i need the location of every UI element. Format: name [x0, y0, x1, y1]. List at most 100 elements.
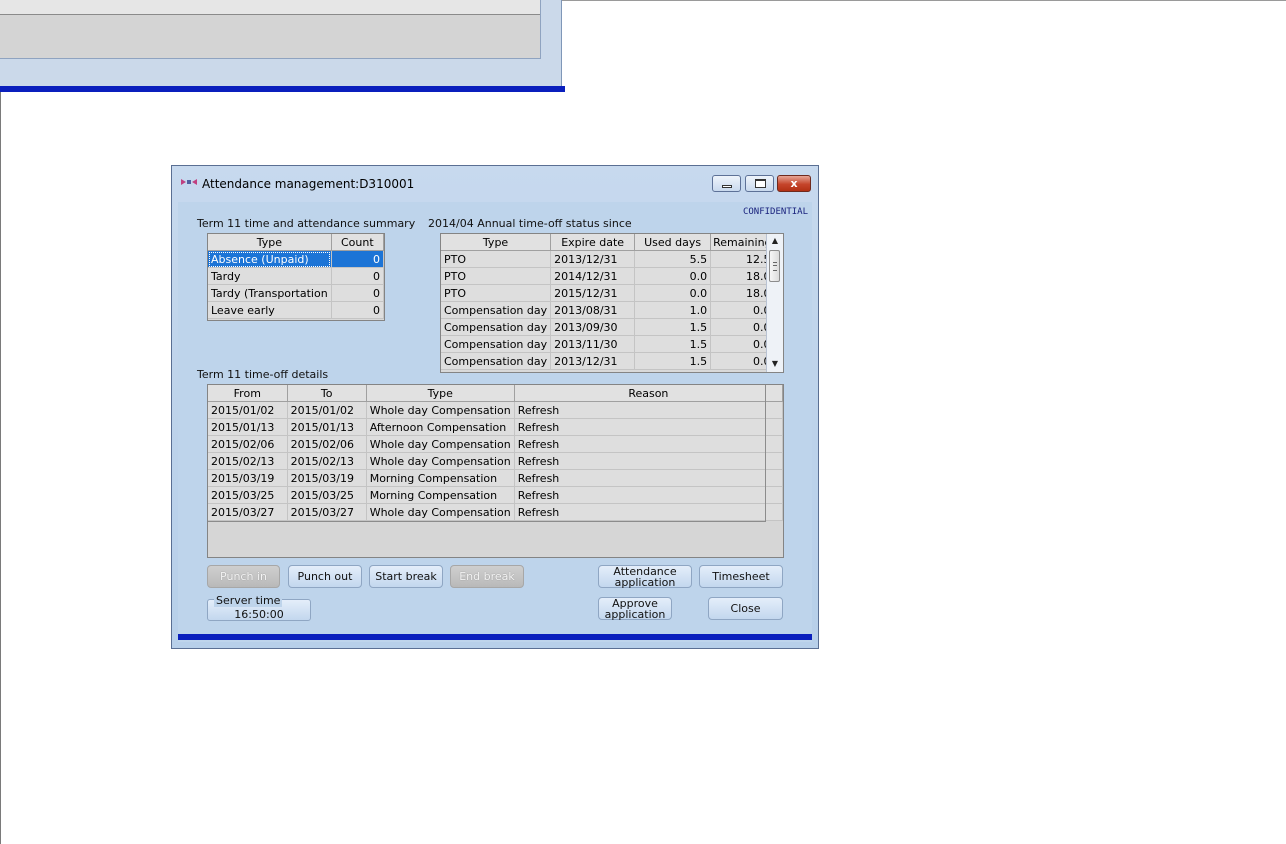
- annual-expire-cell[interactable]: 2013/09/30: [550, 318, 636, 336]
- details-reason-cell[interactable]: Refresh: [514, 503, 783, 521]
- column-header-expire-date[interactable]: Expire date: [550, 234, 636, 251]
- details-row[interactable]: 2015/03/19 2015/03/19 Morning Compensati…: [208, 469, 783, 487]
- details-reason-cell[interactable]: Refresh: [514, 486, 783, 504]
- annual-expire-cell[interactable]: 2013/11/30: [550, 335, 636, 353]
- annual-type-cell[interactable]: Compensation day: [441, 352, 552, 370]
- summary-count-cell[interactable]: 0: [331, 250, 384, 268]
- annual-row[interactable]: Compensation day 2013/08/31 1.0 0.0: [441, 301, 775, 319]
- details-type-cell[interactable]: Whole day Compensation: [366, 435, 515, 453]
- details-from-cell[interactable]: 2015/03/27: [208, 503, 288, 521]
- details-row[interactable]: 2015/01/13 2015/01/13 Afternoon Compensa…: [208, 418, 783, 436]
- scroll-down-icon[interactable]: ▼: [767, 357, 783, 371]
- annual-type-cell[interactable]: PTO: [441, 250, 552, 268]
- minimize-button[interactable]: [712, 175, 741, 192]
- scroll-up-icon[interactable]: ▲: [767, 234, 783, 248]
- summary-type-cell[interactable]: Tardy (Transportation: [208, 284, 332, 302]
- column-header-to[interactable]: To: [287, 385, 367, 402]
- details-reason-cell[interactable]: Refresh: [514, 435, 783, 453]
- details-grid[interactable]: From To Type Reason 2015/01/02 2015/01/0…: [207, 384, 784, 558]
- details-reason-cell[interactable]: Refresh: [514, 401, 783, 419]
- details-row[interactable]: 2015/03/27 2015/03/27 Whole day Compensa…: [208, 503, 783, 521]
- details-type-cell[interactable]: Morning Compensation: [366, 469, 515, 487]
- details-to-cell[interactable]: 2015/03/27: [287, 503, 367, 521]
- annual-remaining-cell[interactable]: 0.0: [710, 335, 775, 353]
- title-bar[interactable]: Attendance management:D310001 x: [172, 166, 818, 202]
- column-header-remaining[interactable]: Remaining: [710, 234, 775, 251]
- annual-used-cell[interactable]: 1.5: [634, 352, 712, 370]
- annual-row[interactable]: Compensation day 2013/12/31 1.5 0.0: [441, 352, 775, 370]
- annual-row[interactable]: PTO 2014/12/31 0.0 18.0: [441, 267, 775, 285]
- details-from-cell[interactable]: 2015/01/02: [208, 401, 288, 419]
- column-header-type[interactable]: Type: [366, 385, 515, 402]
- close-button[interactable]: Close: [708, 597, 783, 620]
- details-row[interactable]: 2015/02/13 2015/02/13 Whole day Compensa…: [208, 452, 783, 470]
- summary-count-cell[interactable]: 0: [331, 301, 384, 319]
- annual-type-cell[interactable]: Compensation day: [441, 318, 552, 336]
- details-to-cell[interactable]: 2015/01/02: [287, 401, 367, 419]
- maximize-button[interactable]: [745, 175, 774, 192]
- punch-out-button[interactable]: Punch out: [288, 565, 362, 588]
- timesheet-button[interactable]: Timesheet: [699, 565, 783, 588]
- annual-expire-cell[interactable]: 2013/12/31: [550, 250, 636, 268]
- details-type-cell[interactable]: Morning Compensation: [366, 486, 515, 504]
- details-to-cell[interactable]: 2015/01/13: [287, 418, 367, 436]
- punch-in-button[interactable]: Punch in: [207, 565, 280, 588]
- details-reason-cell[interactable]: Refresh: [514, 418, 783, 436]
- annual-row[interactable]: Compensation day 2013/09/30 1.5 0.0: [441, 318, 775, 336]
- attendance-window[interactable]: Attendance management:D310001 x CONFIDEN…: [171, 165, 819, 649]
- annual-used-cell[interactable]: 1.0: [634, 301, 712, 319]
- summary-count-cell[interactable]: 0: [331, 284, 384, 302]
- annual-expire-cell[interactable]: 2013/08/31: [550, 301, 636, 319]
- annual-type-cell[interactable]: PTO: [441, 284, 552, 302]
- annual-remaining-cell[interactable]: 0.0: [710, 301, 775, 319]
- summary-type-cell[interactable]: Tardy: [208, 267, 332, 285]
- summary-count-cell[interactable]: 0: [331, 267, 384, 285]
- details-reason-cell[interactable]: Refresh: [514, 469, 783, 487]
- details-from-cell[interactable]: 2015/03/19: [208, 469, 288, 487]
- annual-row[interactable]: Compensation day 2013/11/30 1.5 0.0: [441, 335, 775, 353]
- summary-type-cell[interactable]: Leave early: [208, 301, 332, 319]
- details-row[interactable]: 2015/01/02 2015/01/02 Whole day Compensa…: [208, 401, 783, 419]
- annual-used-cell[interactable]: 0.0: [634, 284, 712, 302]
- column-header-used-days[interactable]: Used days: [634, 234, 712, 251]
- annual-remaining-cell[interactable]: 0.0: [710, 318, 775, 336]
- annual-row[interactable]: PTO 2013/12/31 5.5 12.5: [441, 250, 775, 268]
- column-header-count[interactable]: Count: [331, 234, 384, 251]
- details-to-cell[interactable]: 2015/02/13: [287, 452, 367, 470]
- column-header-reason[interactable]: Reason: [514, 385, 783, 402]
- column-header-type[interactable]: Type: [441, 234, 552, 251]
- end-break-button[interactable]: End break: [450, 565, 524, 588]
- details-type-cell[interactable]: Whole day Compensation: [366, 503, 515, 521]
- annual-used-cell[interactable]: 1.5: [634, 335, 712, 353]
- close-window-button[interactable]: x: [777, 175, 811, 192]
- details-type-cell[interactable]: Whole day Compensation: [366, 452, 515, 470]
- details-type-cell[interactable]: Whole day Compensation: [366, 401, 515, 419]
- column-header-type[interactable]: Type: [208, 234, 332, 251]
- details-to-cell[interactable]: 2015/03/25: [287, 486, 367, 504]
- annual-expire-cell[interactable]: 2015/12/31: [550, 284, 636, 302]
- annual-remaining-cell[interactable]: 18.0: [710, 284, 775, 302]
- approve-application-button[interactable]: Approve application: [598, 597, 672, 620]
- details-from-cell[interactable]: 2015/01/13: [208, 418, 288, 436]
- annual-remaining-cell[interactable]: 12.5: [710, 250, 775, 268]
- annual-used-cell[interactable]: 1.5: [634, 318, 712, 336]
- scrollbar-thumb[interactable]: [769, 250, 780, 282]
- annual-type-cell[interactable]: Compensation day: [441, 301, 552, 319]
- annual-type-cell[interactable]: PTO: [441, 267, 552, 285]
- details-from-cell[interactable]: 2015/03/25: [208, 486, 288, 504]
- annual-used-cell[interactable]: 0.0: [634, 267, 712, 285]
- column-header-from[interactable]: From: [208, 385, 288, 402]
- attendance-application-button[interactable]: Attendance application: [598, 565, 692, 588]
- annual-type-cell[interactable]: Compensation day: [441, 335, 552, 353]
- summary-row[interactable]: Tardy 0: [208, 267, 384, 285]
- details-row[interactable]: 2015/02/06 2015/02/06 Whole day Compensa…: [208, 435, 783, 453]
- details-type-cell[interactable]: Afternoon Compensation: [366, 418, 515, 436]
- annual-grid[interactable]: Type Expire date Used days Remaining PTO…: [440, 233, 784, 373]
- details-row[interactable]: 2015/03/25 2015/03/25 Morning Compensati…: [208, 486, 783, 504]
- annual-remaining-cell[interactable]: 18.0: [710, 267, 775, 285]
- summary-type-cell[interactable]: Absence (Unpaid): [208, 250, 332, 268]
- summary-grid[interactable]: Type Count Absence (Unpaid) 0 Tardy 0 Ta…: [207, 233, 385, 321]
- summary-row[interactable]: Tardy (Transportation 0: [208, 284, 384, 302]
- annual-remaining-cell[interactable]: 0.0: [710, 352, 775, 370]
- annual-expire-cell[interactable]: 2014/12/31: [550, 267, 636, 285]
